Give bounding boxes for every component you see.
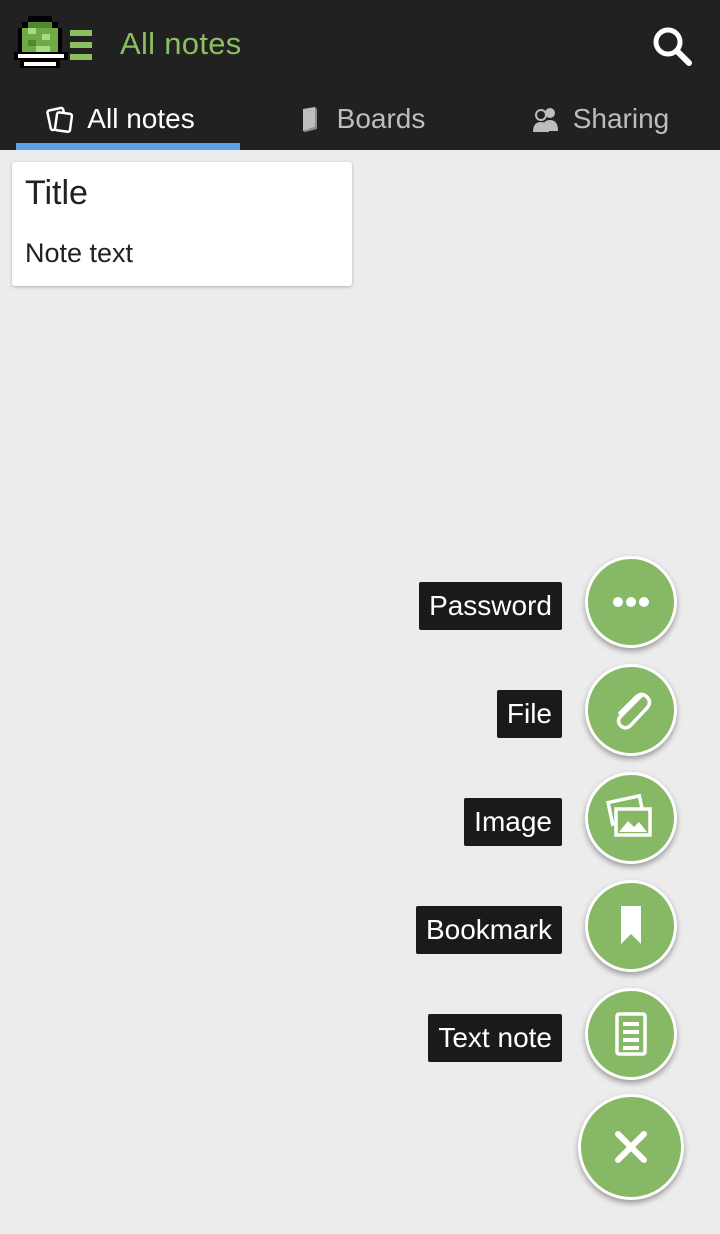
search-icon[interactable]	[650, 24, 694, 68]
notes-icon	[46, 106, 74, 134]
tab-bar: All notes Boards Sharing	[0, 88, 720, 150]
note-title: Title	[25, 174, 88, 212]
fab-label-image[interactable]: Image	[464, 798, 562, 846]
add-image-button[interactable]	[585, 772, 677, 864]
app-header: All notes All notes Boards Sharing	[0, 0, 720, 150]
close-icon	[615, 1131, 647, 1163]
more-dots-icon	[613, 597, 649, 607]
tab-boards[interactable]: Boards	[240, 88, 480, 150]
fab-label-bookmark[interactable]: Bookmark	[415, 906, 562, 954]
turtle-logo-icon	[14, 16, 92, 68]
add-file-button[interactable]	[585, 664, 677, 756]
add-password-button[interactable]	[585, 556, 677, 648]
tab-sharing[interactable]: Sharing	[480, 88, 720, 150]
add-text-note-button[interactable]	[585, 988, 677, 1080]
tab-label: Boards	[336, 103, 426, 134]
book-icon	[302, 107, 317, 132]
page-title: All notes	[120, 26, 242, 61]
paperclip-icon	[616, 692, 652, 730]
tab-all-notes[interactable]: All notes	[0, 88, 240, 150]
people-icon	[532, 108, 558, 132]
text-note-icon	[615, 1012, 647, 1056]
image-icon	[606, 793, 652, 837]
add-bookmark-button[interactable]	[585, 880, 677, 972]
tab-label: Sharing	[572, 103, 670, 134]
tab-label: All notes	[87, 103, 195, 134]
fab-label-file[interactable]: File	[496, 690, 562, 738]
bookmark-icon	[621, 906, 641, 944]
fab-label-text-note[interactable]: Text note	[428, 1014, 562, 1062]
close-fab-menu-button[interactable]	[578, 1094, 684, 1200]
fab-label-password[interactable]: Password	[419, 582, 562, 630]
note-card[interactable]: Title Note text	[12, 162, 352, 286]
note-text: Note text	[25, 238, 134, 268]
